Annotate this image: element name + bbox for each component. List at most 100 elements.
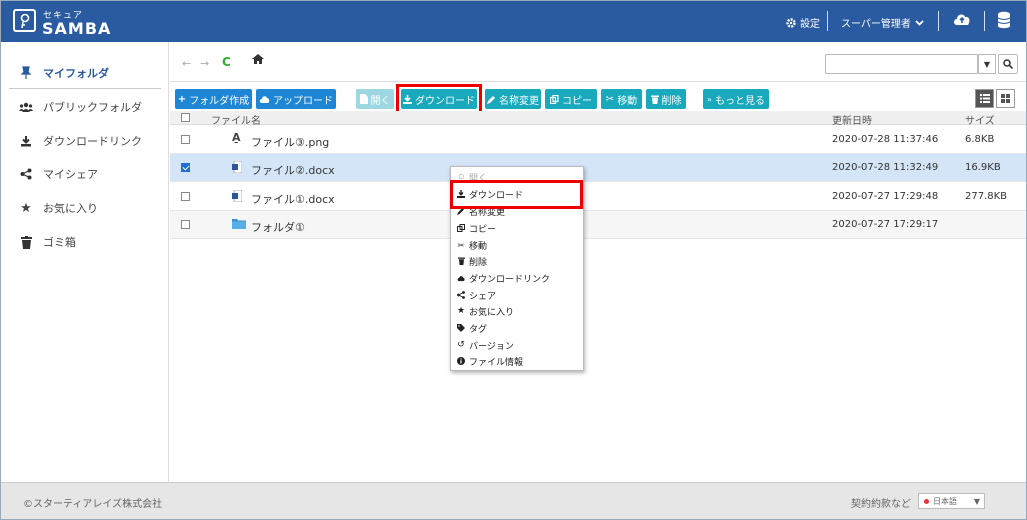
row-checkbox[interactable] (181, 163, 190, 172)
context-download-highlight (450, 180, 583, 209)
cloud-upload-icon[interactable] (952, 11, 972, 30)
plus-icon: + (177, 93, 187, 105)
search-input[interactable] (825, 54, 978, 74)
open-button[interactable]: 開く (356, 89, 394, 109)
new-folder-button[interactable]: + フォルダ作成 (175, 89, 252, 109)
move-button[interactable]: ✂ 移動 (601, 89, 642, 109)
cloud-upload-icon (259, 95, 270, 103)
download-icon (19, 135, 33, 147)
search-button[interactable] (998, 54, 1018, 74)
table-row[interactable]: A̱ ファイル③.png 2020-07-28 11:37:46 6.8KB (170, 126, 1026, 154)
chevron-down-icon (915, 19, 924, 26)
gear-icon (786, 17, 796, 28)
sidebar-item-my-share[interactable]: マイシェア (1, 160, 169, 188)
image-file-icon: A̱ (232, 131, 241, 144)
settings-label: 設定 (800, 19, 820, 30)
table-header: ファイル名 更新日時 サイズ (170, 111, 1026, 127)
sidebar-item-label: ゴミ箱 (43, 236, 76, 249)
grid-view-button[interactable] (996, 89, 1015, 108)
list-icon (979, 94, 990, 103)
sidebar-item-label: マイシェア (43, 168, 98, 181)
word-file-icon (232, 189, 243, 205)
database-icon[interactable] (997, 11, 1011, 32)
scissors-icon: ✂ (605, 93, 615, 105)
grid-icon (1001, 94, 1010, 103)
sidebar-item-public-folder[interactable]: パブリックフォルダ (1, 93, 169, 121)
tag-icon (457, 324, 465, 332)
japan-flag-icon (924, 498, 929, 504)
context-menu-item-tag[interactable]: タグ (451, 320, 583, 336)
copyright-text: ©スターティアレイズ株式会社 (23, 499, 163, 510)
search-dropdown-button[interactable]: ▼ (978, 54, 996, 74)
home-icon[interactable] (252, 54, 264, 67)
select-all-checkbox[interactable] (181, 113, 190, 122)
context-menu-item-favorite[interactable]: ★ お気に入り (451, 303, 583, 319)
share-icon (457, 291, 465, 299)
back-arrow-icon[interactable]: ← (182, 57, 191, 70)
share-icon (19, 168, 33, 180)
search-icon (1003, 59, 1013, 69)
star-icon: ★ (20, 200, 32, 216)
sidebar-divider (9, 88, 161, 89)
pencil-icon (487, 95, 495, 104)
trash-icon (650, 95, 659, 104)
context-menu-item-download-link[interactable]: ダウンロードリンク (451, 270, 583, 286)
upload-button[interactable]: アップロード (256, 89, 336, 109)
row-checkbox[interactable] (181, 135, 190, 144)
context-menu-item-share[interactable]: シェア (451, 287, 583, 303)
column-header-name[interactable]: ファイル名 (211, 112, 261, 127)
cloud-download-icon (457, 275, 465, 282)
context-menu-item-move[interactable]: ✂ 移動 (451, 237, 583, 253)
download-button-highlight (396, 84, 482, 114)
table-row[interactable]: フォルダ① 2020-07-27 17:29:17 (170, 211, 1026, 239)
delete-button[interactable]: 削除 (646, 89, 686, 109)
sidebar-item-favorites[interactable]: ★ お気に入り (1, 194, 169, 222)
context-menu-item-delete[interactable]: 削除 (451, 253, 583, 269)
list-view-button[interactable] (975, 89, 994, 108)
caret-down-icon: ▼ (973, 496, 980, 506)
scissors-icon: ✂ (457, 240, 465, 250)
language-select[interactable]: 日本語 ▼ (918, 493, 985, 509)
sidebar: マイフォルダ パブリックフォルダ ダウンロードリンク マイシェア ★ お気に入り… (1, 42, 169, 482)
table-row[interactable]: ファイル②.docx 2020-07-28 11:32:49 16.9KB (170, 154, 1026, 182)
history-icon: ↺ (457, 340, 465, 350)
chevron-double-down-icon: » (707, 94, 712, 104)
pin-icon (19, 66, 33, 80)
sidebar-item-trash[interactable]: ゴミ箱 (1, 228, 169, 256)
context-menu-item-version[interactable]: ↺ バージョン (451, 337, 583, 353)
row-checkbox[interactable] (181, 192, 190, 201)
rename-button[interactable]: 名称変更 (485, 89, 541, 109)
header-divider (984, 11, 985, 31)
logo-title: SAMBA (42, 19, 112, 38)
terms-link[interactable]: 契約約款など (851, 495, 911, 510)
navigation-bar: ← → C ▼ (170, 42, 1026, 82)
file-icon (359, 94, 368, 104)
header-divider (938, 11, 939, 31)
table-row[interactable]: ファイル①.docx 2020-07-27 17:29:48 277.8KB (170, 183, 1026, 211)
sidebar-item-label: お気に入り (43, 202, 98, 215)
context-menu-item-copy[interactable]: コピー (451, 220, 583, 236)
admin-menu-button[interactable]: スーパー管理者 (841, 15, 924, 30)
footer: ©スターティアレイズ株式会社 契約約款など 日本語 ▼ (1, 482, 1026, 519)
admin-label: スーパー管理者 (841, 19, 911, 30)
column-header-size[interactable]: サイズ (965, 112, 995, 127)
logo-icon (13, 9, 36, 32)
settings-button[interactable]: 設定 (785, 15, 820, 30)
trash-icon (457, 257, 465, 265)
header-divider (827, 11, 828, 31)
row-checkbox[interactable] (181, 220, 190, 229)
info-icon (457, 357, 465, 365)
copy-icon (550, 94, 559, 104)
sidebar-item-download-link[interactable]: ダウンロードリンク (1, 127, 169, 155)
more-button[interactable]: » もっと見る (703, 89, 769, 109)
star-icon: ★ (456, 306, 466, 316)
copy-button[interactable]: コピー (545, 89, 597, 109)
context-menu-item-file-info[interactable]: ファイル情報 (451, 353, 583, 369)
folder-icon (232, 218, 246, 232)
forward-arrow-icon[interactable]: → (200, 57, 209, 70)
sidebar-item-my-folder[interactable]: マイフォルダ (1, 59, 169, 87)
users-icon (19, 102, 33, 112)
sidebar-item-label: パブリックフォルダ (43, 101, 142, 114)
refresh-icon[interactable]: C (222, 55, 231, 69)
column-header-updated[interactable]: 更新日時 (832, 112, 872, 127)
